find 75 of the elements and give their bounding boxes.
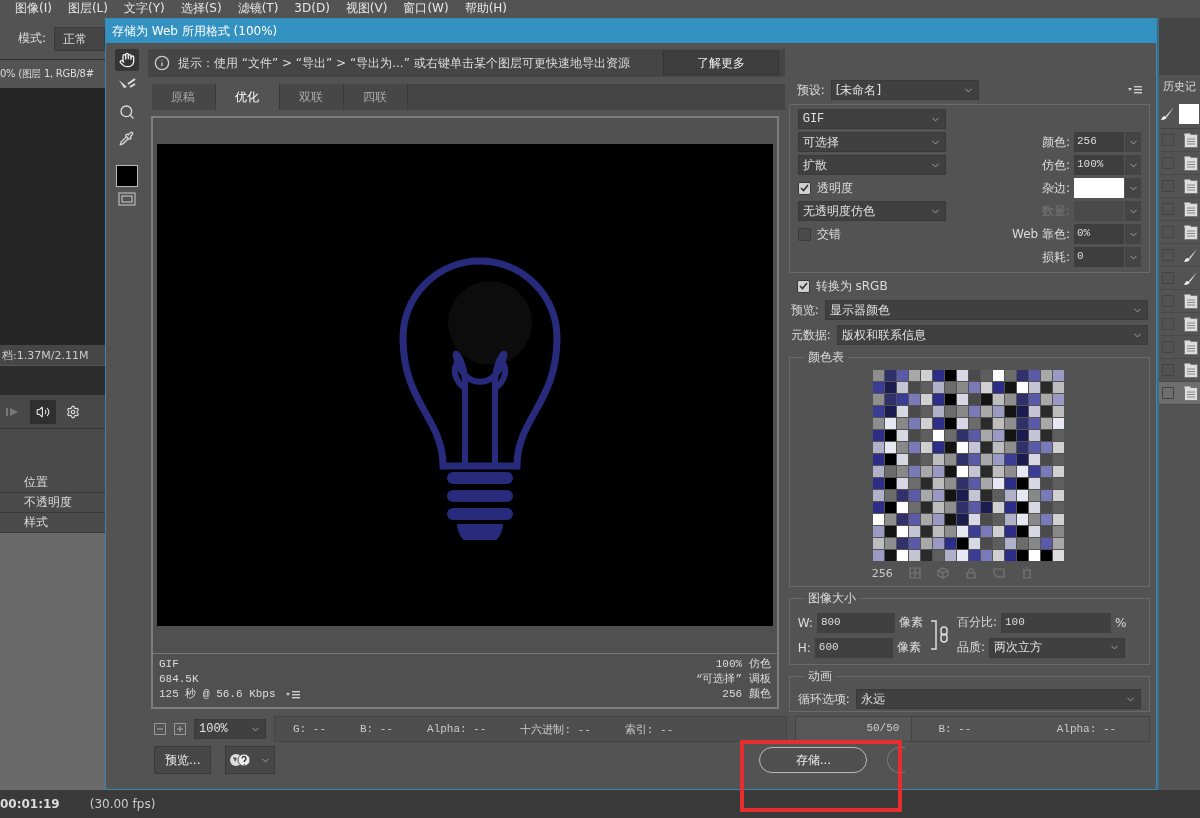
color-readout: G: -- [293, 723, 326, 735]
menu-item[interactable]: 文字(Y) [123, 0, 165, 16]
preview-info: 256 颜色 [722, 687, 771, 702]
color-readout: Alpha: -- [427, 723, 487, 735]
percent-label: 百分比: [956, 614, 997, 631]
width-label: W: [797, 615, 813, 630]
unit-label: 像素 [896, 639, 921, 656]
preview-info: 125 秒 @ 56.6 Kbps [158, 687, 276, 702]
option-dropdown[interactable]: 可选择 [797, 132, 946, 152]
document-status: 档:1.37M/2.11M [0, 345, 105, 365]
preset-dropdown[interactable]: [未命名] [830, 80, 979, 100]
section-title: 动画 [806, 668, 833, 685]
height-field[interactable]: 600 [814, 637, 893, 658]
quality-label: 品质: [956, 639, 985, 656]
frame-rate: (30.00 fps) [89, 797, 156, 811]
view-tab[interactable]: 优化 [215, 84, 280, 110]
color-readout: Alpha: -- [1056, 723, 1118, 735]
preview-info: 684.5K [158, 672, 199, 687]
timeline-property: 不透明度 [0, 493, 105, 513]
timeline-property: 样式 [0, 513, 105, 533]
preview-dropdown[interactable]: 显示器颜色 [824, 300, 1148, 320]
field-label: 杂边: [1040, 179, 1070, 197]
field-label: 损耗: [1040, 248, 1070, 266]
save-button[interactable]: 存储... [759, 747, 868, 773]
color-readout: B: -- [938, 723, 973, 735]
section-title: 图像大小 [806, 590, 857, 607]
menu-item[interactable]: 滤镜(T) [237, 0, 279, 16]
zoom-dropdown[interactable]: 100% [194, 719, 266, 739]
metadata-label: 元数据: [790, 326, 831, 344]
timeline-property: 位置 [0, 473, 105, 493]
menu-item[interactable]: 图像(I) [15, 0, 52, 16]
option-dropdown[interactable]: 无透明度仿色 [797, 201, 946, 221]
menu-item[interactable]: 窗口(W) [403, 0, 449, 16]
menu-item[interactable]: 选择(S) [180, 0, 222, 16]
field-label: 仿色: [1040, 156, 1070, 174]
document-tab[interactable]: 0% (图层 1, RGB/8# [0, 60, 105, 88]
menu-item[interactable]: 3D(D) [294, 0, 330, 16]
preview-info: 100% 仿色 [715, 657, 771, 672]
learn-more-button[interactable]: 了解更多 [662, 51, 779, 75]
color-readout: B: -- [360, 723, 394, 735]
color-count: 256 [871, 566, 893, 580]
timecode: 00:01:19 [0, 797, 60, 811]
loop-label: 循环选项: [797, 690, 850, 708]
preview-button[interactable]: 预览... [154, 746, 212, 774]
preview-label: 预览: [790, 301, 819, 319]
menu-item[interactable]: 视图(V) [345, 0, 388, 16]
preset-label: 预设: [796, 81, 825, 99]
menu-item[interactable]: 图层(L) [67, 0, 108, 16]
field-label: 颜色: [1040, 133, 1070, 151]
mode-label: 模式: [18, 30, 47, 47]
preview-info: “可选择” 调板 [695, 672, 771, 687]
percent-field[interactable]: 100 [1000, 612, 1111, 633]
height-label: H: [797, 640, 811, 655]
quality-dropdown[interactable]: 两次立方 [988, 637, 1125, 658]
mode-dropdown[interactable]: 正常 [54, 26, 105, 51]
hint-text: 提示：使用 “文件” > “导出” > “导出为...” 或右键单击某个图层可更快速地导出资源 [177, 54, 631, 72]
frame-counter: 50/50 [796, 717, 913, 741]
checkbox-label: 透明度 [816, 179, 853, 197]
checkbox-label: 转换为 sRGB [815, 277, 888, 295]
color-readout: 索引: -- [624, 722, 674, 737]
section-title: 颜色表 [806, 349, 845, 366]
preview-info: GIF [158, 657, 179, 672]
checkbox-label: 交错 [816, 225, 841, 243]
menu-item[interactable]: 帮助(H) [464, 0, 508, 16]
dialog-title: 存储为 Web 所用格式 (100%) [106, 19, 1156, 43]
format-dropdown[interactable]: GIF [797, 109, 946, 129]
loop-dropdown[interactable]: 永远 [855, 689, 1141, 709]
width-field[interactable]: 800 [816, 612, 895, 633]
color-readout: 十六进制: -- [520, 722, 591, 737]
panel-title: 历史记 [1162, 79, 1197, 95]
unit-label: 像素 [898, 614, 923, 631]
field-label: Web 靠色: [1010, 225, 1070, 243]
percent-sign: % [1114, 615, 1127, 630]
metadata-dropdown[interactable]: 版权和联系信息 [836, 325, 1148, 345]
option-dropdown[interactable]: 扩散 [797, 155, 946, 175]
